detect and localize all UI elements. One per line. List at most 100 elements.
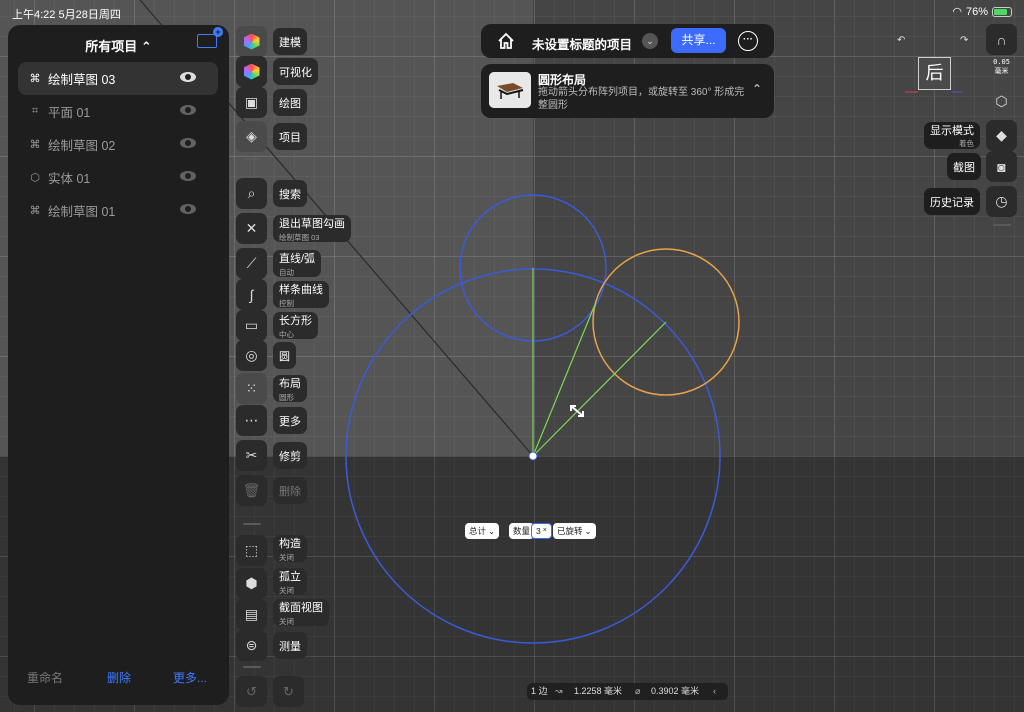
sketch-icon: ⌘ (29, 205, 41, 217)
eye-icon[interactable] (180, 138, 196, 148)
exit-sketch-button[interactable]: ✕ (236, 213, 267, 244)
project-title[interactable]: 未设置标题的项目 (532, 34, 632, 53)
rectangle-label[interactable]: 长方形 中心 (273, 312, 318, 339)
delete-button[interactable]: 删除 (107, 669, 131, 686)
line-arc-icon: ⟋ (246, 255, 257, 271)
new-folder-icon[interactable] (197, 27, 223, 48)
rotate-left-icon[interactable]: ↶ (897, 35, 905, 46)
grid-unit-readout[interactable]: 0.05 毫米 (986, 58, 1017, 84)
isolate-label[interactable]: 孤立 关闭 (273, 568, 307, 595)
search-label[interactable]: 搜索 (273, 180, 307, 207)
tree-item-label: 绘制草图 02 (48, 139, 116, 153)
home-icon[interactable] (497, 32, 515, 50)
display-mode-button[interactable]: ◆ (986, 120, 1017, 151)
line-arc-label[interactable]: 直线/弧 自动 (273, 250, 322, 277)
visualize-workspace-button[interactable] (236, 56, 267, 87)
view-cube[interactable]: 后 (918, 57, 951, 90)
rotated-dropdown[interactable]: 已旋转 ⌄ (553, 523, 596, 539)
more-tools-button[interactable]: ⋯ (236, 405, 267, 436)
section-view-text: 截面视图 (279, 601, 323, 614)
line-arc-tool[interactable]: ⟋ (236, 248, 267, 279)
status-bar: 上午4:22 5月28日周四 ◠ 76% (0, 0, 1024, 22)
rectangle-tool[interactable]: ▭ (236, 310, 267, 341)
circle-icon: ◎ (245, 347, 258, 363)
spline-tool[interactable]: ∫ (236, 279, 267, 310)
drawing-text: 绘图 (279, 97, 301, 110)
axes-icon: ⬡ (995, 93, 1008, 109)
project-label[interactable]: 项目 (273, 123, 307, 150)
eye-icon[interactable] (180, 72, 196, 82)
visualize-label[interactable]: 可视化 (273, 58, 318, 85)
status-right: ◠ 76% (952, 5, 1012, 18)
tool-divider (243, 523, 261, 525)
layout-label[interactable]: 布局 圆形 (273, 375, 307, 402)
measure-text: 测量 (279, 640, 301, 653)
section-view-label[interactable]: 截面视图 关闭 (273, 599, 329, 626)
tree-item-sketch-03[interactable]: ⌘ 绘制草图 03 (18, 62, 218, 95)
project-button[interactable]: ◈ (236, 121, 267, 152)
tree-item-plane-01[interactable]: ⌗ 平面 01 (18, 95, 218, 128)
screenshot-button[interactable]: ◙ (986, 151, 1017, 182)
collapse-icon[interactable]: ‹ (713, 683, 716, 700)
more-tools-label[interactable]: 更多 (273, 407, 307, 434)
chevron-down-icon[interactable]: ⌄ (642, 33, 658, 49)
tree-item-solid-01[interactable]: ⬡ 实体 01 (18, 161, 218, 194)
isolate-toggle[interactable]: ⬢ (236, 568, 267, 599)
quantity-input[interactable]: 3 × (531, 523, 552, 539)
search-button[interactable]: ⌕ (236, 178, 267, 209)
orientation-button[interactable]: ⬡ (986, 86, 1017, 117)
tree-item-sketch-01[interactable]: ⌘ 绘制草图 01 (18, 194, 218, 227)
display-mode-label[interactable]: 显示模式 着色 (924, 122, 980, 149)
undo-button[interactable]: ↺ (236, 676, 267, 707)
trim-tool[interactable]: ✂ (236, 440, 267, 471)
trim-label[interactable]: 修剪 (273, 442, 307, 469)
measure-tool[interactable]: ⊜ (236, 630, 267, 661)
delete-tool[interactable]: 🗑 (236, 475, 267, 506)
section-view-toggle[interactable]: ▤ (236, 599, 267, 630)
spline-subtext: 控制 (279, 298, 294, 308)
drawing-label[interactable]: 绘图 (273, 89, 307, 116)
all-items-dropdown[interactable]: 所有项目 ⌃ (8, 36, 229, 55)
modeling-icon (243, 33, 260, 50)
grid-unit-value: 0.05 (993, 58, 1010, 66)
more-options-icon[interactable]: ··· (738, 31, 758, 51)
eye-icon[interactable] (180, 105, 196, 115)
screenshot-label[interactable]: 截图 (947, 153, 981, 180)
eye-icon[interactable] (180, 204, 196, 214)
drawing-workspace-button[interactable]: ▣ (236, 87, 267, 118)
history-label[interactable]: 历史记录 (924, 188, 980, 215)
more-button[interactable]: 更多... (173, 669, 207, 686)
delete-label[interactable]: 删除 (273, 477, 307, 504)
wifi-icon: ◠ (952, 6, 962, 18)
share-button[interactable]: 共享... (671, 28, 726, 53)
construct-label[interactable]: 构造 关闭 (273, 535, 307, 562)
construct-toggle[interactable]: ⬚ (236, 535, 267, 566)
tree-item-sketch-02[interactable]: ⌘ 绘制草图 02 (18, 128, 218, 161)
modeling-workspace-button[interactable] (236, 26, 267, 57)
modeling-label[interactable]: 建模 (273, 28, 307, 55)
multiply-icon: × (542, 527, 547, 534)
time-date: 上午4:22 5月28日周四 (12, 9, 121, 21)
chevron-up-icon[interactable]: ⌃ (752, 82, 762, 96)
history-text: 历史记录 (930, 196, 974, 209)
circle-label[interactable]: 圆 (273, 342, 296, 369)
layout-tool[interactable]: ⁙ (236, 373, 267, 404)
card-description: 拖动箭头分布阵列项目，或旋转至 360° 形成完整圆形 (538, 87, 745, 111)
spline-label[interactable]: 样条曲线 控制 (273, 281, 329, 308)
project-panel: 所有项目 ⌃ ⌘ 绘制草图 03 ⌗ 平面 01 ⌘ 绘制草图 02 ⬡ 实体 … (8, 25, 229, 705)
battery-percent: 76% (965, 5, 988, 18)
exit-sketch-label[interactable]: 退出草图勾画 绘制草图 03 (273, 215, 351, 242)
exit-sketch-text: 退出草图勾画 (279, 217, 345, 230)
rotate-right-icon[interactable]: ↷ (960, 35, 968, 46)
history-button[interactable]: ◷ (986, 186, 1017, 217)
redo-button[interactable]: ↻ (273, 676, 304, 707)
snap-magnet-button[interactable]: ∩ (986, 24, 1017, 55)
circle-tool[interactable]: ◎ (236, 340, 267, 371)
total-text: 总计 (469, 526, 487, 536)
eye-icon[interactable] (180, 171, 196, 181)
measure-label[interactable]: 测量 (273, 632, 307, 659)
quantity-text: 数量 (513, 526, 531, 536)
total-dropdown[interactable]: 总计 ⌄ (465, 523, 500, 539)
tool-divider (993, 224, 1011, 226)
rename-button[interactable]: 重命名 (27, 669, 63, 686)
